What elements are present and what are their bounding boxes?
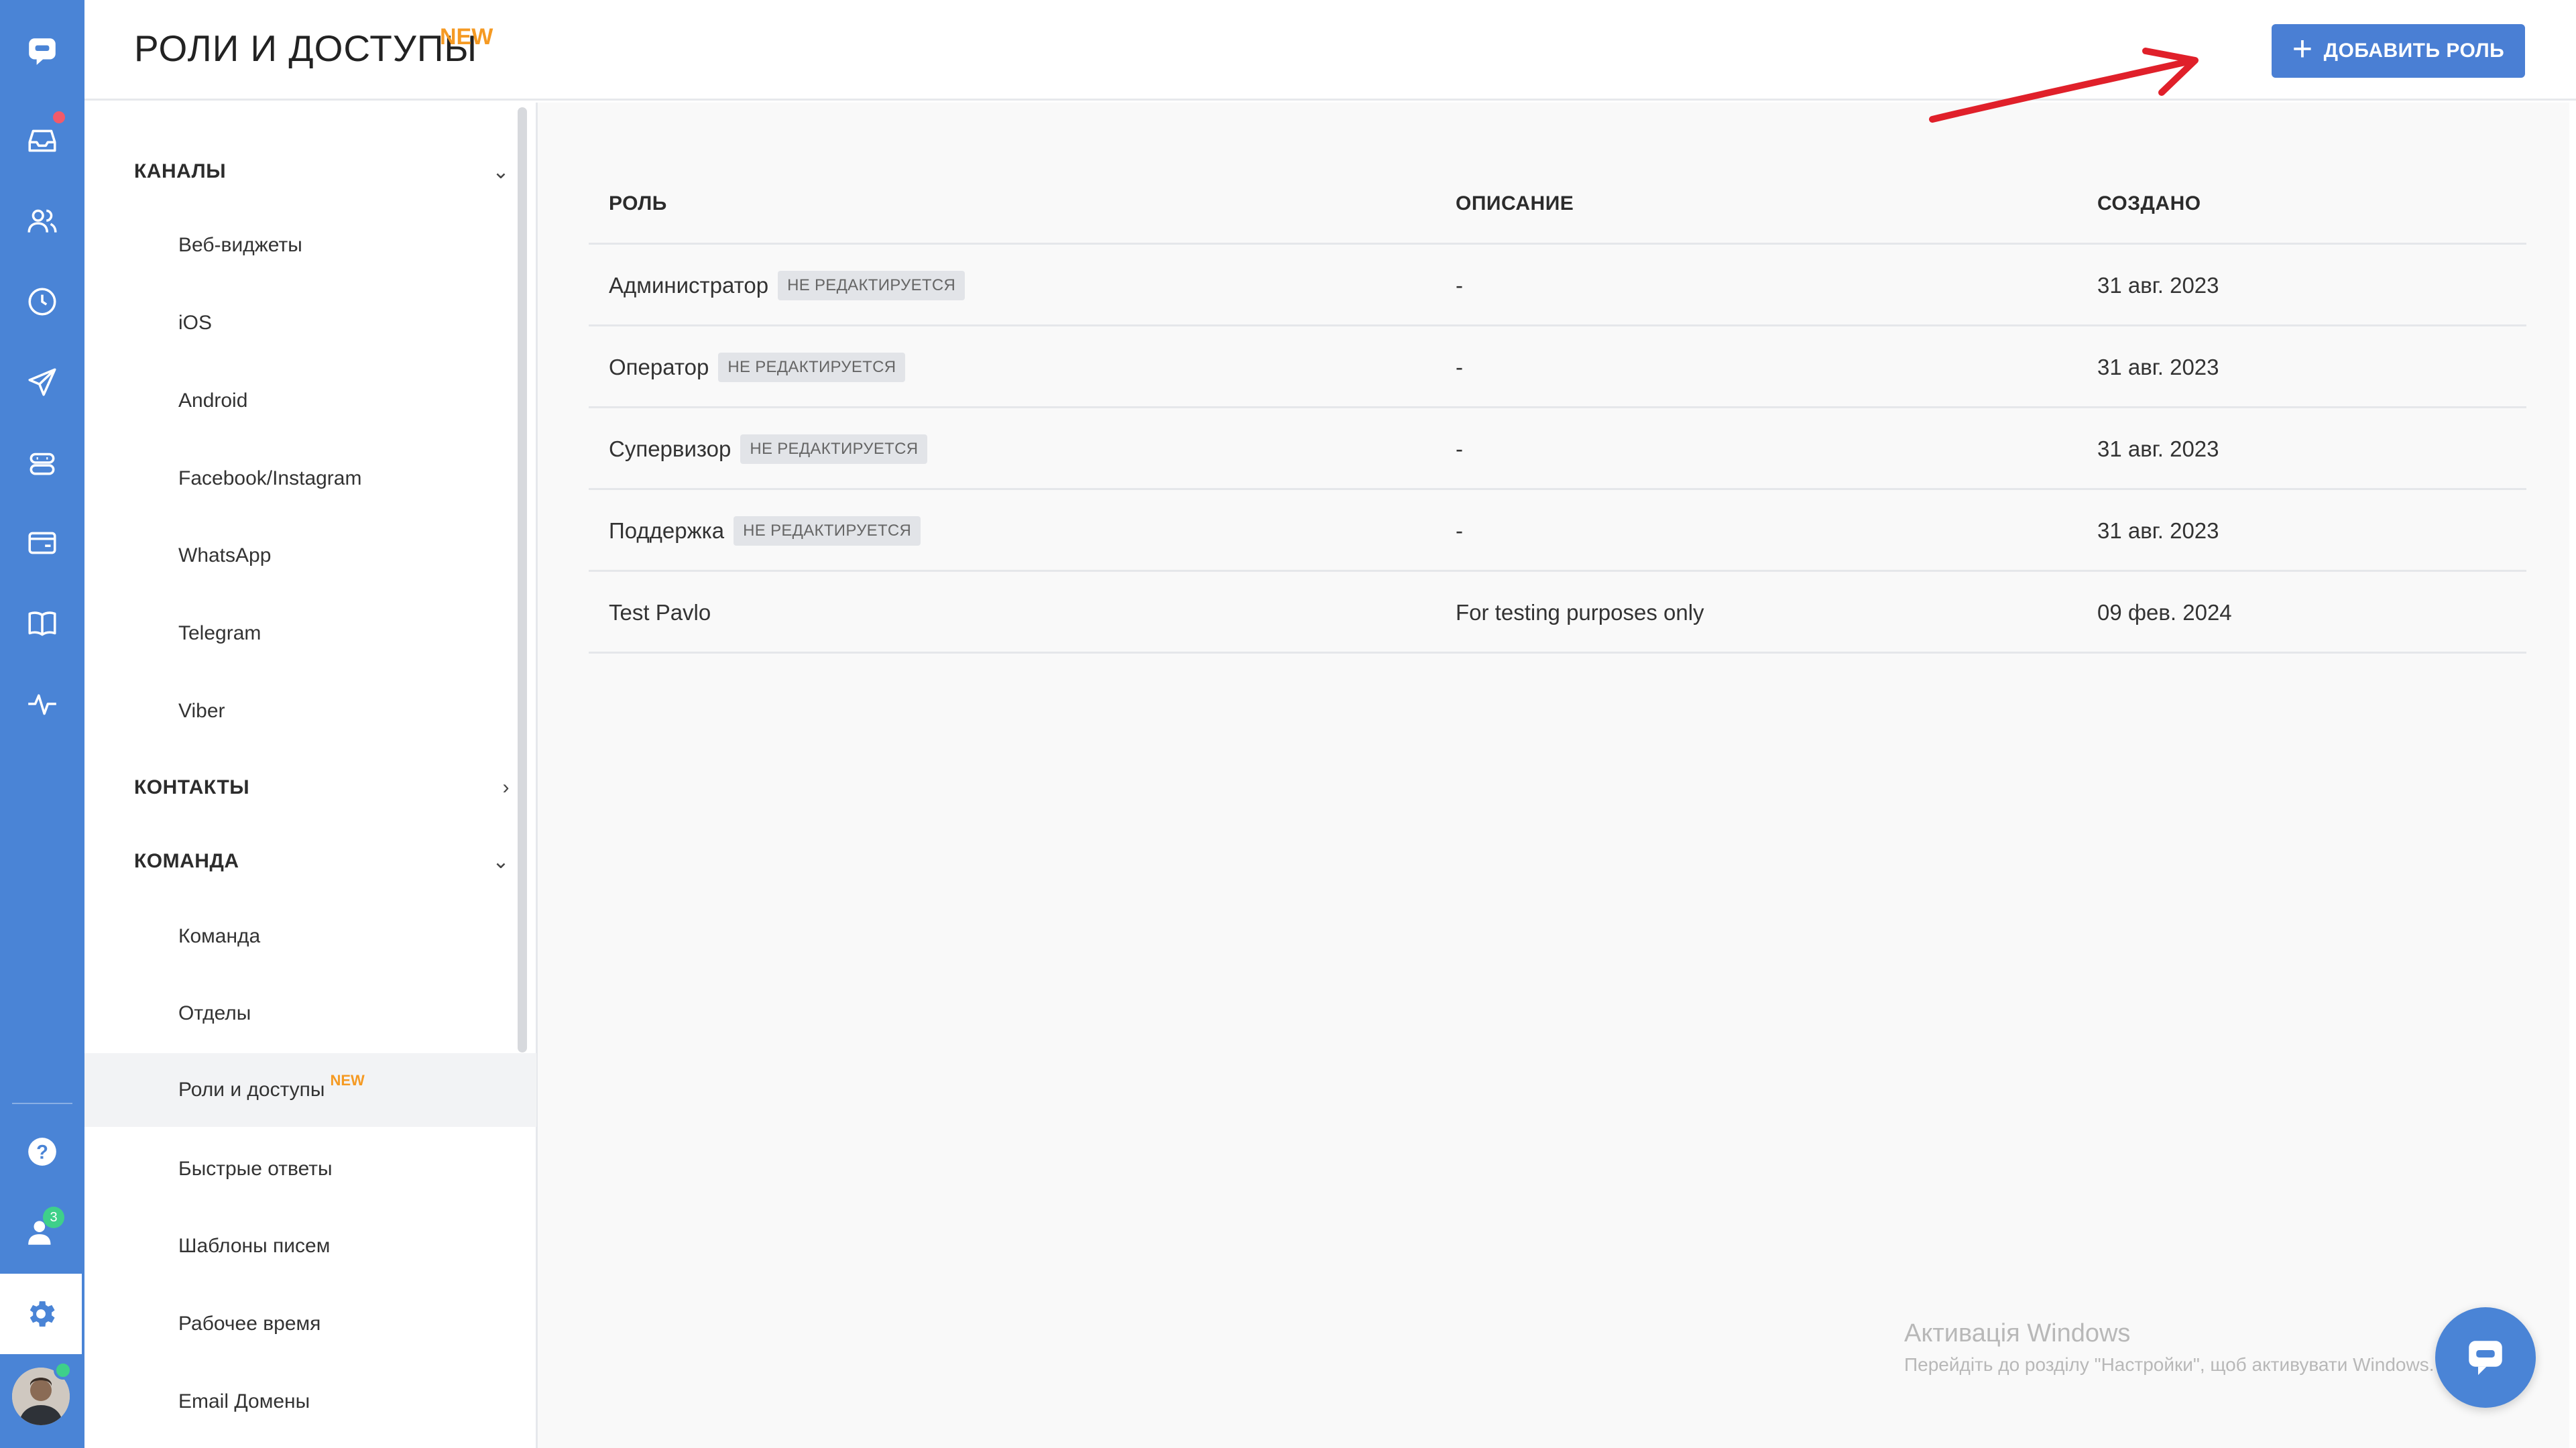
history-icon[interactable] <box>0 268 84 335</box>
description-cell: - <box>1456 273 1463 298</box>
book-icon[interactable] <box>0 590 84 657</box>
chevron-down-icon: ⌄ <box>492 160 510 183</box>
section-contacts[interactable]: КОНТАКТЫ › <box>134 768 510 808</box>
role-name: Поддержка <box>609 518 725 543</box>
section-channels-title: КАНАЛЫ <box>134 160 227 182</box>
windows-activation-title: Активація Windows <box>1904 1319 2131 1347</box>
sidebar-item-quick-replies[interactable]: Быстрые ответы <box>84 1132 536 1206</box>
not-editable-tag: НЕ РЕДАКТИРУЕТСЯ <box>718 353 906 382</box>
column-header-created: СОЗДАНО <box>2097 192 2201 215</box>
new-badge: NEW <box>330 1072 365 1089</box>
wallet-icon[interactable] <box>0 509 84 577</box>
main-content: РОЛЬ ОПИСАНИЕ СОЗДАНО Администратор НЕ Р… <box>538 103 2569 1448</box>
sidebar-item-roles-access[interactable]: Роли и доступы NEW <box>84 1053 536 1127</box>
sidebar-item-ios[interactable]: iOS <box>84 286 536 360</box>
table-row[interactable]: Супервизор НЕ РЕДАКТИРУЕТСЯ - 31 авг. 20… <box>589 408 2526 490</box>
sidebar-item-web-widgets[interactable]: Веб-виджеты <box>84 208 536 282</box>
not-editable-tag: НЕ РЕДАКТИРУЕТСЯ <box>734 516 921 546</box>
table-row[interactable]: Поддержка НЕ РЕДАКТИРУЕТСЯ - 31 авг. 202… <box>589 490 2526 572</box>
created-cell: 09 фев. 2024 <box>2097 600 2232 625</box>
sidebar-item-team[interactable]: Команда <box>84 900 536 973</box>
contacts-icon[interactable] <box>0 188 84 255</box>
not-editable-tag: НЕ РЕДАКТИРУЕТСЯ <box>740 434 928 464</box>
description-cell: - <box>1456 355 1463 379</box>
description-cell: For testing purposes only <box>1456 600 1704 625</box>
add-role-label: ДОБАВИТЬ РОЛЬ <box>2323 40 2505 62</box>
team-icon[interactable] <box>0 1199 84 1266</box>
role-name: Супервизор <box>609 436 731 461</box>
add-role-button[interactable]: + ДОБАВИТЬ РОЛЬ <box>2272 24 2525 78</box>
role-cell: Test Pavlo <box>609 572 711 654</box>
description-cell: - <box>1456 436 1463 461</box>
sidebar-scrollbar[interactable] <box>518 107 527 1052</box>
sidebar-item-facebook-instagram[interactable]: Facebook/Instagram <box>84 442 536 516</box>
help-icon[interactable]: ? <box>0 1118 84 1185</box>
section-team-title: КОМАНДА <box>134 850 239 872</box>
section-team[interactable]: КОМАНДА ⌄ <box>134 841 510 882</box>
sidebar-item-label: Роли и доступы <box>178 1079 325 1101</box>
app-root: ? 3 РОЛИ И ДОСТУПЫ NEW + ДОБАВИТЬ РОЛЬ К… <box>0 0 2576 1448</box>
svg-text:?: ? <box>36 1142 48 1163</box>
column-header-role: РОЛЬ <box>609 192 667 215</box>
table-row[interactable]: Оператор НЕ РЕДАКТИРУЕТСЯ - 31 авг. 2023 <box>589 326 2526 408</box>
role-cell: Поддержка НЕ РЕДАКТИРУЕТСЯ <box>609 490 921 572</box>
created-cell: 31 авг. 2023 <box>2097 436 2219 461</box>
sidebar-item-viber[interactable]: Viber <box>84 674 536 748</box>
sidebar-item-email-templates[interactable]: Шаблоны писем <box>84 1209 536 1283</box>
sidebar-item-working-hours[interactable]: Рабочее время <box>84 1287 536 1361</box>
send-icon[interactable] <box>0 349 84 416</box>
team-count-badge: 3 <box>43 1207 64 1228</box>
role-cell: Супервизор НЕ РЕДАКТИРУЕТСЯ <box>609 408 928 490</box>
new-badge: NEW <box>440 24 493 50</box>
activity-icon[interactable] <box>0 670 84 737</box>
sidebar-item-whatsapp[interactable]: WhatsApp <box>84 519 536 593</box>
role-name: Test Pavlo <box>609 600 711 625</box>
table-row[interactable]: Test Pavlo For testing purposes only 09 … <box>589 572 2526 654</box>
rail-divider <box>12 1103 72 1104</box>
created-cell: 31 авг. 2023 <box>2097 273 2219 298</box>
chat-icon <box>2469 1341 2502 1376</box>
section-contacts-title: КОНТАКТЫ <box>134 776 250 798</box>
inbox-notification-dot <box>51 109 67 125</box>
bot-icon[interactable] <box>0 429 84 496</box>
app-logo-icon[interactable] <box>0 17 84 84</box>
online-status-dot <box>54 1361 72 1380</box>
plus-icon: + <box>2292 29 2313 68</box>
role-name: Администратор <box>609 273 769 298</box>
role-cell: Оператор НЕ РЕДАКТИРУЕТСЯ <box>609 326 906 408</box>
role-name: Оператор <box>609 355 709 379</box>
icon-rail: ? 3 <box>0 0 84 1448</box>
created-cell: 31 авг. 2023 <box>2097 355 2219 379</box>
settings-sidebar: КАНАЛЫ ⌄ Веб-виджеты iOS Android Faceboo… <box>84 103 538 1448</box>
chevron-right-icon: › <box>502 776 510 798</box>
role-cell: Администратор НЕ РЕДАКТИРУЕТСЯ <box>609 245 965 326</box>
sidebar-item-email-domains[interactable]: Email Домены <box>84 1365 536 1439</box>
chat-launcher-button[interactable] <box>2435 1307 2536 1408</box>
created-cell: 31 авг. 2023 <box>2097 518 2219 543</box>
page-title: РОЛИ И ДОСТУПЫ <box>134 27 478 69</box>
windows-activation-text: Перейдіть до розділу "Настройки", щоб ак… <box>1904 1354 2435 1375</box>
inbox-icon[interactable] <box>0 107 84 174</box>
description-cell: - <box>1456 518 1463 543</box>
settings-icon[interactable] <box>0 1274 82 1354</box>
section-channels[interactable]: КАНАЛЫ ⌄ <box>134 152 510 192</box>
column-header-description: ОПИСАНИЕ <box>1456 192 1574 215</box>
annotation-arrow <box>1929 48 2199 123</box>
sidebar-item-android[interactable]: Android <box>84 364 536 438</box>
table-row[interactable]: Администратор НЕ РЕДАКТИРУЕТСЯ - 31 авг.… <box>589 245 2526 326</box>
sidebar-item-telegram[interactable]: Telegram <box>84 597 536 670</box>
table-header: РОЛЬ ОПИСАНИЕ СОЗДАНО <box>589 163 2526 245</box>
sidebar-item-departments[interactable]: Отделы <box>84 977 536 1050</box>
not-editable-tag: НЕ РЕДАКТИРУЕТСЯ <box>778 271 965 300</box>
chevron-down-icon: ⌄ <box>492 850 510 873</box>
